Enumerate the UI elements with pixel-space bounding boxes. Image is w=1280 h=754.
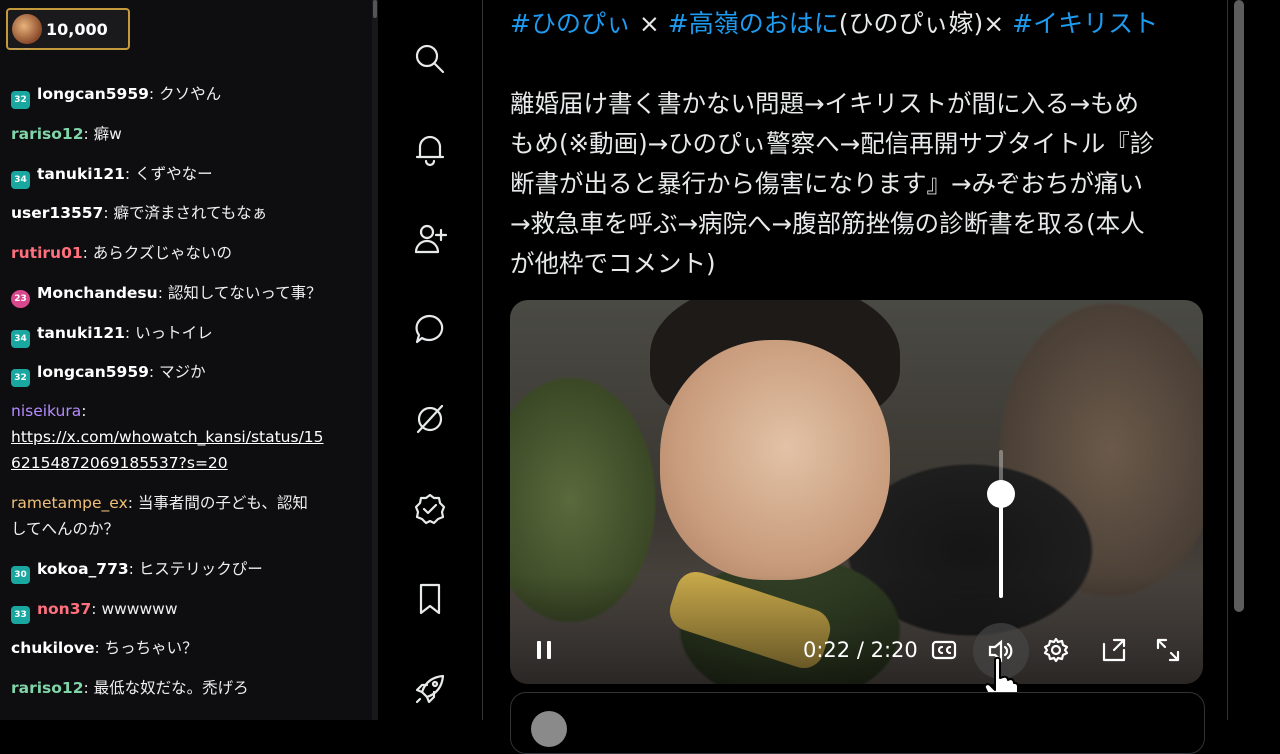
chat-username[interactable]: kokoa_773	[37, 560, 129, 578]
chat-message: 32 longcan5959: マジか	[11, 359, 206, 387]
chat-username[interactable]: longcan5959	[37, 85, 149, 103]
chat-text: : マジか	[148, 363, 206, 381]
chat-message: 34 tanuki121: いっトイレ	[11, 320, 213, 348]
chat-message: 23 Monchandesu: 認知してないって事？	[11, 280, 322, 308]
chat-text: : ちっちゃい？	[94, 639, 198, 657]
picture-in-picture-icon[interactable]	[1096, 632, 1132, 668]
chat-username[interactable]: user13557	[11, 204, 103, 222]
subscriber-badge-icon: 32	[11, 91, 30, 109]
fullscreen-icon[interactable]	[1150, 632, 1186, 668]
chat-text: : くずやなー	[124, 165, 213, 183]
chat-link[interactable]: https://x.com/whowatch_kansi/status/15 62…	[11, 428, 324, 472]
chat-message-link: niseikura: https://x.com/whowatch_kansi/…	[11, 402, 324, 472]
chat-text: : あらクズじゃないの	[82, 244, 232, 262]
verified-icon[interactable]	[408, 487, 452, 531]
subscriber-badge-icon: 34	[11, 171, 30, 189]
chat-text: : 認知してないって事？	[157, 284, 322, 302]
add-user-icon[interactable]	[408, 217, 452, 261]
page-scrollbar[interactable]	[1230, 0, 1248, 720]
chat-text: : クソやん	[148, 85, 222, 103]
chat-username[interactable]: rutiru01	[11, 244, 83, 262]
chat-username[interactable]: longcan5959	[37, 363, 149, 381]
video-time: 0:22 / 2:20	[803, 638, 918, 662]
chat-username[interactable]: tanuki121	[37, 165, 125, 183]
pause-button[interactable]	[526, 632, 562, 668]
message-icon[interactable]	[408, 307, 452, 351]
tweet-body: 離婚届け書く書かない問題→イキリストが間に入る→もめ もめ(※動画)→ひのぴぃ警…	[510, 89, 1155, 278]
video-player[interactable]	[510, 300, 1203, 684]
channel-points-button[interactable]: 10,000	[6, 8, 130, 50]
subscriber-badge-icon: 23	[11, 290, 30, 308]
chat-username[interactable]: Monchandesu	[37, 284, 158, 302]
avatar	[531, 711, 567, 747]
chat-username[interactable]: rariso12	[11, 125, 84, 143]
chat-text: : いっトイレ	[124, 324, 213, 342]
chat-scrollbar-thumb[interactable]	[373, 0, 377, 18]
points-value: 10,000	[46, 19, 108, 39]
points-avatar	[12, 14, 42, 44]
chat-username[interactable]: rariso12	[11, 679, 84, 697]
subscriber-badge-icon: 34	[11, 330, 30, 348]
bell-icon[interactable]	[408, 127, 452, 171]
chat-message: rariso12: 最低な奴だな。禿げろ	[11, 675, 249, 701]
settings-gear-button[interactable]	[1038, 632, 1074, 668]
chat-message-wrap: rametampe_ex: 当事者間の子ども、認知 してへんのか？	[11, 494, 308, 538]
chat-message: user13557: 癖で済まされてもなぁ	[11, 200, 267, 226]
chat-username[interactable]: chukilove	[11, 639, 94, 657]
grok-slash-icon[interactable]	[408, 397, 452, 441]
subscriber-badge-icon: 33	[11, 606, 30, 624]
chat-message: rariso12: 癖w	[11, 121, 122, 147]
subscriber-badge-icon: 30	[11, 566, 30, 584]
tweet-hashtag-line: #ひのぴぃ × #高嶺のおはに(ひのぴぃ嫁)× #イキリスト	[510, 9, 1159, 38]
chat-username[interactable]: rametampe_ex	[11, 494, 128, 512]
bookmark-icon[interactable]	[408, 577, 452, 621]
chat-text: : ヒステリックぴー	[128, 560, 263, 578]
hashtag-link[interactable]: #イキリスト	[1012, 9, 1158, 38]
volume-slider[interactable]	[999, 450, 1003, 598]
chat-message: 33 non37: wwwwww	[11, 596, 178, 624]
chat-text: : 癖で済まされてもなぁ	[103, 204, 268, 222]
hashtag-link[interactable]: #高嶺のおはに	[668, 9, 839, 38]
side-nav	[378, 0, 482, 720]
volume-fill	[999, 494, 1003, 598]
chat-message: chukilove: ちっちゃい？	[11, 635, 198, 661]
captions-button[interactable]	[926, 632, 962, 668]
next-tweet-card[interactable]	[510, 692, 1205, 754]
subscriber-badge-icon: 32	[11, 369, 30, 387]
chat-username[interactable]: niseikura	[11, 402, 81, 420]
hashtag-link[interactable]: #ひのぴぃ	[510, 9, 631, 38]
video-frame-face	[660, 340, 890, 580]
chat-text: : 最低な奴だな。禿げろ	[83, 679, 249, 697]
chat-username[interactable]: tanuki121	[37, 324, 125, 342]
chat-username[interactable]: non37	[37, 600, 91, 618]
rocket-icon[interactable]	[408, 667, 452, 711]
search-icon[interactable]	[408, 37, 452, 81]
chat-message: 34 tanuki121: くずやなー	[11, 161, 213, 189]
chat-message: 32 longcan5959: クソやん	[11, 81, 221, 109]
chat-partial-message: – –	[12, 48, 31, 56]
page-scrollbar-thumb[interactable]	[1234, 0, 1244, 612]
chat-panel: 10,000 – – 32 longcan5959: クソやん rariso12: …	[0, 0, 372, 720]
chat-text: : 癖w	[83, 125, 122, 143]
chat-message: rutiru01: あらクズじゃないの	[11, 240, 232, 266]
chat-text: : wwwwww	[91, 600, 178, 618]
chat-message: 30 kokoa_773: ヒステリックぴー	[11, 556, 263, 584]
